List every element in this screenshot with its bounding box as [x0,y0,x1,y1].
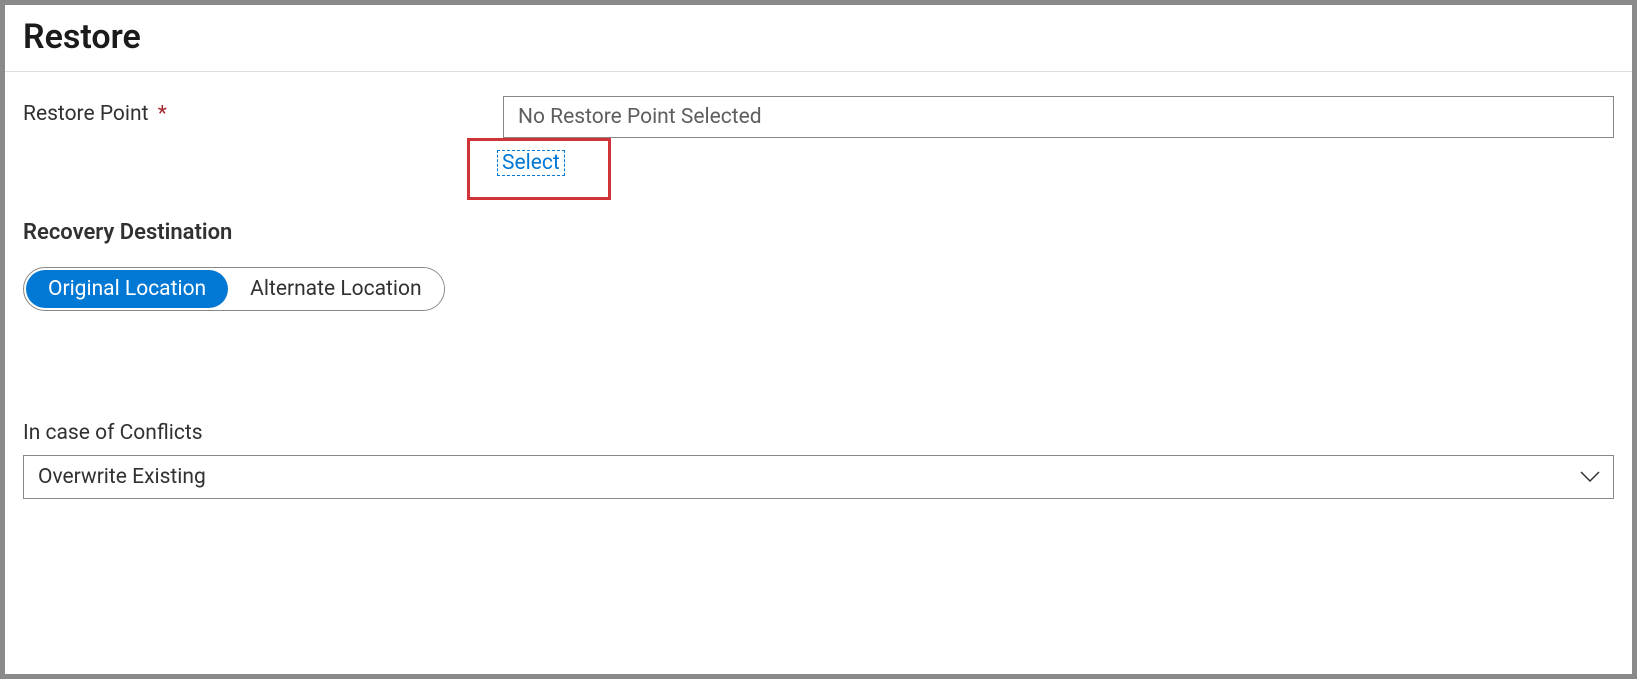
recovery-destination-alternate[interactable]: Alternate Location [228,268,443,310]
panel-inner: Restore Restore Point * Select Recovery … [5,5,1632,499]
conflicts-label: In case of Conflicts [23,421,1614,445]
restore-point-row: Restore Point * Select [23,96,1614,176]
divider [5,71,1632,72]
recovery-destination-original[interactable]: Original Location [26,270,228,308]
page-title: Restore [23,17,1614,57]
recovery-destination-toggle: Original Location Alternate Location [23,267,445,311]
select-link-wrap: Select [481,150,565,176]
recovery-destination-label: Recovery Destination [23,220,1614,245]
restore-point-label: Restore Point * [23,96,503,126]
select-restore-point-link[interactable]: Select [497,150,565,176]
conflicts-select-wrap: Overwrite Existing [23,455,1614,499]
required-indicator: * [158,102,167,126]
restore-point-input[interactable] [503,96,1614,138]
restore-point-field-col: Select [503,96,1614,176]
restore-point-label-text: Restore Point [23,102,149,126]
conflicts-select[interactable]: Overwrite Existing [23,455,1614,499]
restore-panel: Restore Restore Point * Select Recovery … [0,0,1637,679]
